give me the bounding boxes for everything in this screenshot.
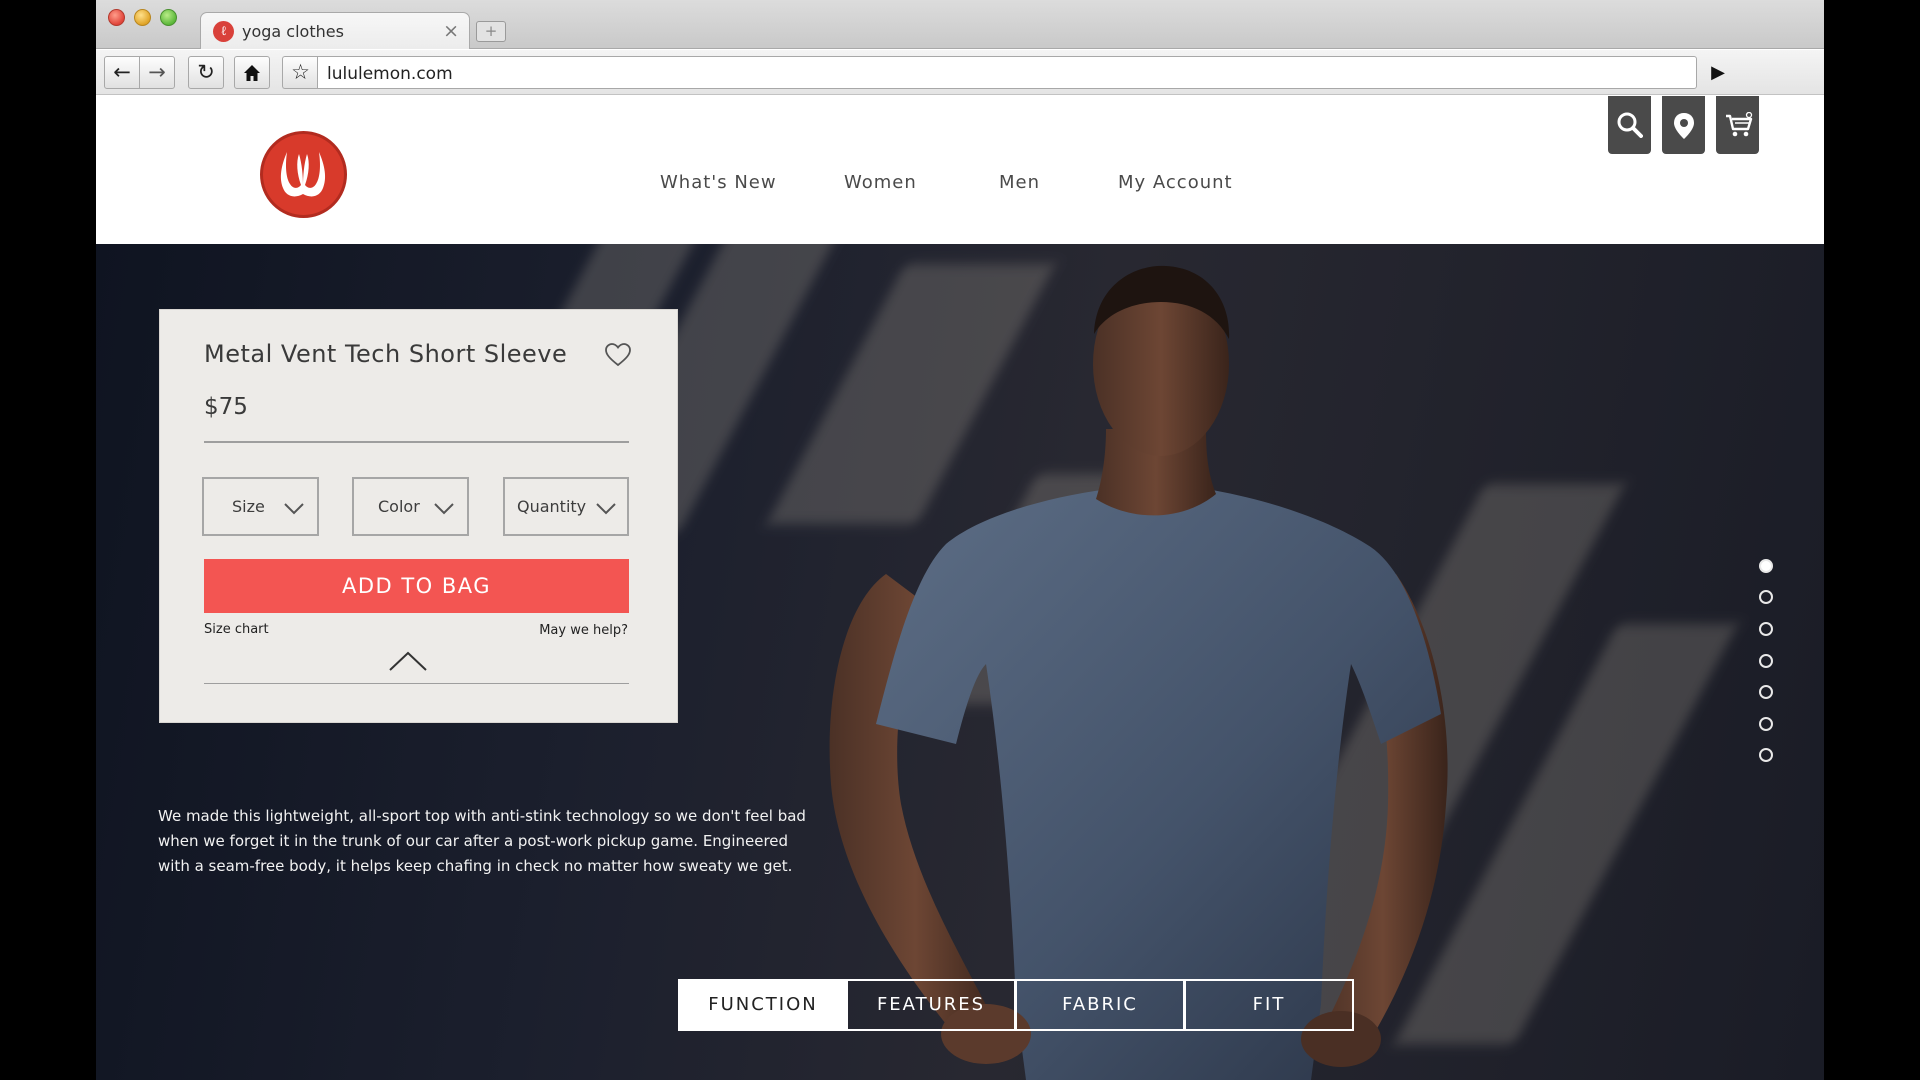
carousel-dot-6[interactable] [1759, 717, 1773, 731]
go-arrow-icon[interactable]: ▶ [1702, 56, 1734, 89]
color-select-label: Color [378, 497, 420, 516]
nav-whats-new[interactable]: What's New [660, 172, 777, 193]
chevron-down-icon [596, 503, 616, 515]
search-icon [1617, 112, 1643, 138]
size-select[interactable]: Size [202, 477, 319, 536]
product-name: Metal Vent Tech Short Sleeve [204, 340, 568, 368]
window-close-button[interactable] [108, 9, 125, 26]
tab-fabric[interactable]: FABRIC [1015, 979, 1185, 1031]
shopping-cart-icon [1726, 112, 1753, 137]
quantity-select[interactable]: Quantity [503, 477, 629, 536]
size-chart-link[interactable]: Size chart [204, 622, 269, 637]
divider [204, 441, 629, 443]
size-select-label: Size [232, 497, 265, 516]
address-bar[interactable]: lululemon.com [317, 56, 1697, 89]
nav-women[interactable]: Women [844, 172, 917, 193]
browser-window: ℓ yoga clothes × + ← → ↻ ☆ lululemon.com… [96, 0, 1824, 1080]
help-link[interactable]: May we help? [539, 623, 628, 638]
cart-button[interactable] [1716, 96, 1759, 154]
browser-tab[interactable]: ℓ yoga clothes × [200, 12, 470, 49]
tab-function[interactable]: FUNCTION [678, 979, 848, 1031]
color-select[interactable]: Color [352, 477, 469, 536]
divider [204, 683, 629, 684]
quantity-select-label: Quantity [517, 497, 587, 516]
product-price: $75 [204, 394, 248, 420]
heart-icon[interactable] [604, 341, 632, 369]
carousel-dot-5[interactable] [1759, 685, 1773, 699]
location-pin-icon [1674, 113, 1694, 139]
tab-fit[interactable]: FIT [1184, 979, 1354, 1031]
chevron-down-icon [434, 503, 454, 515]
product-info-tabs: FUNCTION FEATURES FABRIC FIT [678, 979, 1354, 1031]
tab-title: yoga clothes [242, 22, 344, 41]
new-tab-icon[interactable]: + [476, 21, 506, 42]
lululemon-logo[interactable] [260, 131, 347, 218]
home-icon[interactable] [234, 56, 270, 89]
browser-toolbar: ← → ↻ ☆ lululemon.com ▶ [96, 50, 1824, 95]
window-minimize-button[interactable] [134, 9, 151, 26]
chevron-up-icon[interactable] [388, 650, 428, 672]
carousel-dot-3[interactable] [1759, 622, 1773, 636]
reload-icon[interactable]: ↻ [188, 56, 224, 89]
close-icon[interactable]: × [443, 20, 459, 42]
lululemon-favicon-icon: ℓ [213, 21, 234, 42]
window-maximize-button[interactable] [160, 9, 177, 26]
nav-my-account[interactable]: My Account [1118, 172, 1233, 193]
product-description: We made this lightweight, all-sport top … [158, 807, 806, 875]
store-locator-button[interactable] [1662, 96, 1705, 154]
product-card: Metal Vent Tech Short Sleeve $75 Size Co… [159, 309, 678, 723]
carousel-dot-4[interactable] [1759, 654, 1773, 668]
site-header: What's New Women Men My Account [96, 96, 1824, 244]
chevron-down-icon [284, 503, 304, 515]
lululemon-logo-mark [280, 152, 326, 197]
nav-men[interactable]: Men [999, 172, 1040, 193]
add-to-bag-button[interactable]: ADD TO BAG [204, 559, 629, 613]
browser-tab-bar: ℓ yoga clothes × + [96, 0, 1824, 49]
product-hero: Metal Vent Tech Short Sleeve $75 Size Co… [96, 244, 1824, 1080]
tab-features[interactable]: FEATURES [846, 979, 1016, 1031]
search-button[interactable] [1608, 96, 1651, 154]
back-arrow-icon[interactable]: ← [104, 56, 140, 89]
bookmark-star-icon[interactable]: ☆ [282, 56, 318, 89]
forward-arrow-icon[interactable]: → [139, 56, 175, 89]
carousel-dot-2[interactable] [1759, 590, 1773, 604]
url-text[interactable]: lululemon.com [327, 64, 453, 84]
carousel-dot-7[interactable] [1759, 748, 1773, 762]
carousel-dot-1[interactable] [1759, 559, 1773, 573]
